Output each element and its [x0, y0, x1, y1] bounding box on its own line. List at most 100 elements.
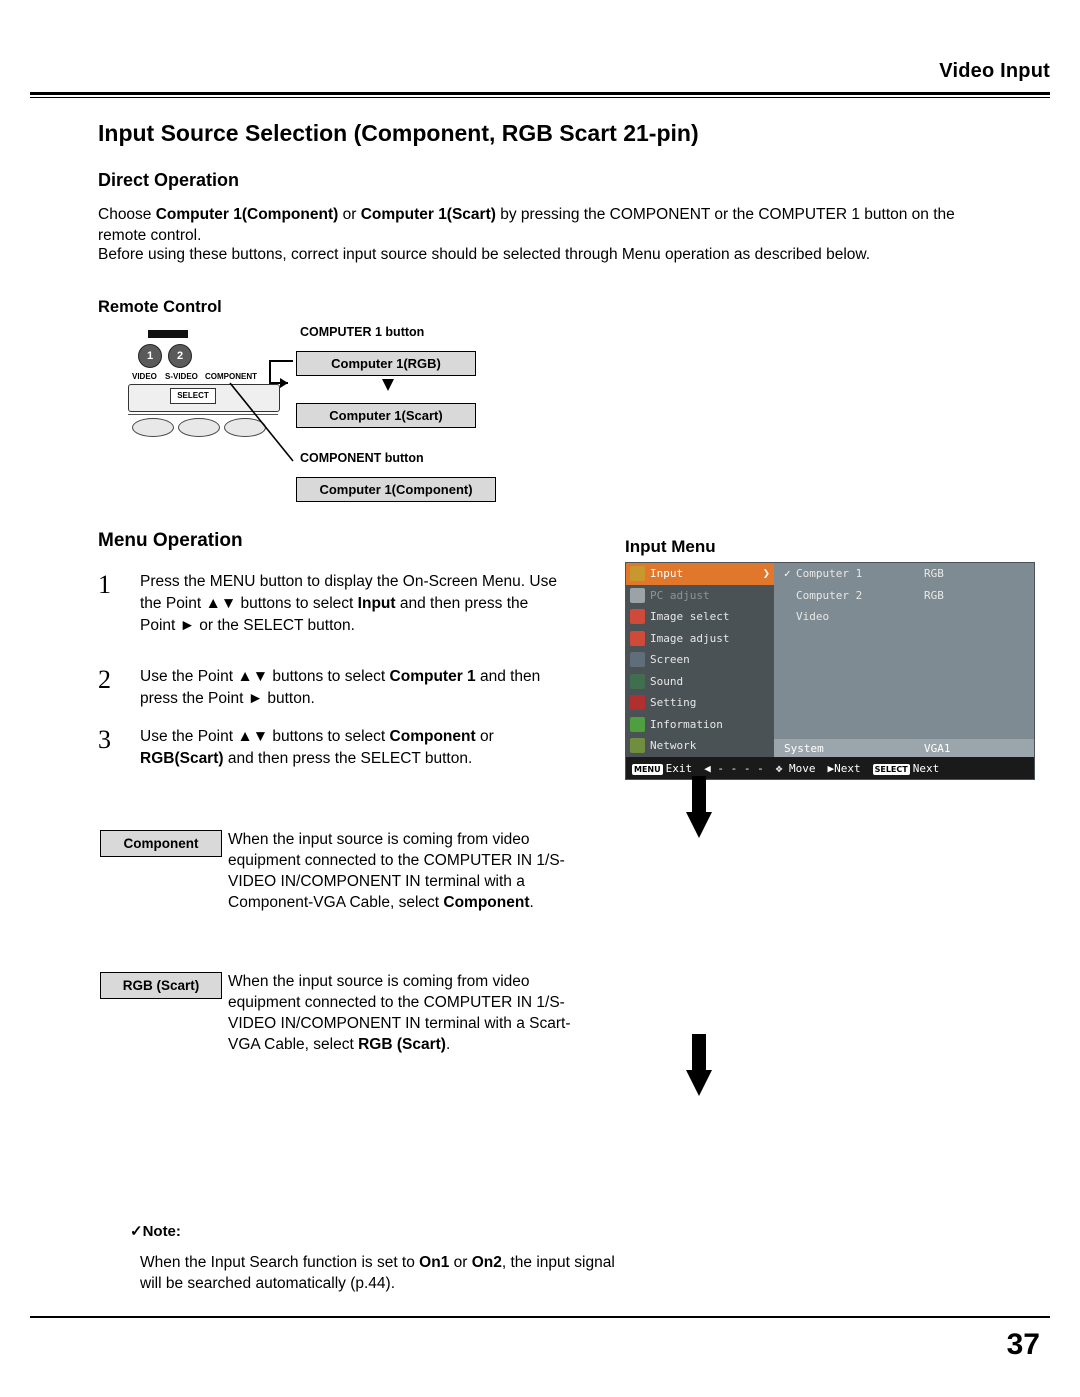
arrow-down-icon [382, 379, 394, 391]
input-icon [630, 566, 645, 582]
osd-hint-dashes: ◀ - - - - [704, 761, 764, 775]
osd-sidebar: Input ❯ PC adjust Image select Image adj… [626, 563, 774, 779]
osd-sidebar-item-input[interactable]: Input ❯ [626, 563, 774, 585]
definition-component-text-b: . [529, 894, 534, 911]
osd-sidebar-label-information: Information [650, 717, 723, 731]
menu-key-icon: MENU [632, 763, 663, 775]
section-heading-menu-operation: Menu Operation [98, 530, 243, 551]
select-key-icon: SELECT [872, 763, 910, 775]
para1-part-a: Choose [98, 206, 156, 223]
header-title: Video Input [939, 60, 1050, 82]
definition-text-component: When the input source is coming from vid… [228, 829, 578, 913]
remote-oval-button-1 [132, 418, 174, 437]
information-icon [630, 716, 645, 732]
osd-system-bar: System VGA1 [774, 739, 1034, 757]
osd-sidebar-label-input: Input [650, 567, 684, 581]
osd-system-value: VGA1 [924, 741, 951, 755]
definition-label-rgb-scart: RGB (Scart) [100, 972, 222, 999]
direct-operation-paragraph-2: Before using these buttons, correct inpu… [98, 246, 871, 263]
osd-row-video[interactable]: Video [774, 606, 1034, 628]
page-number: 37 [1006, 1328, 1040, 1361]
note-text-b: or [449, 1254, 472, 1271]
image-adjust-icon [630, 630, 645, 646]
header-divider-thin [30, 97, 1050, 98]
section-heading-direct-operation: Direct Operation [98, 170, 240, 190]
step-3-number: 3 [98, 725, 111, 754]
osd-sidebar-label-image-select: Image select [650, 610, 730, 624]
osd-row-value-computer2: RGB [924, 588, 944, 602]
remote-button-2: 2 [168, 344, 192, 368]
osd-sidebar-item-image-adjust[interactable]: Image adjust [626, 628, 774, 650]
sound-icon [630, 673, 645, 689]
osd-row-label-computer1: Computer 1 [796, 567, 863, 581]
step-3-text-c: and then press the SELECT button. [223, 750, 473, 767]
osd-row-label-computer2: Computer 2 [796, 588, 863, 602]
osd-row-label-video: Video [796, 610, 830, 624]
osd-sidebar-label-image-adjust: Image adjust [650, 631, 730, 645]
step-1-number: 1 [98, 570, 111, 599]
callout-computer1-button: COMPUTER 1 button [300, 325, 425, 339]
step-2-text: Use the Point ▲▼ buttons to select Compu… [140, 666, 560, 710]
osd-sidebar-label-screen: Screen [650, 653, 690, 667]
step-3-text-b: or [475, 728, 494, 745]
remote-label-component: COMPONENT [205, 372, 257, 381]
osd-sidebar-item-image-select[interactable]: Image select [626, 606, 774, 628]
osd-sidebar-label-network: Network [650, 739, 697, 753]
definition-rgb-bold: RGB (Scart) [358, 1036, 446, 1053]
osd-row-computer2[interactable]: Computer 2 RGB [774, 585, 1034, 607]
remote-control-diagram: 1 2 VIDEO S-VIDEO COMPONENT SELECT COMPU… [110, 325, 530, 505]
remote-label-video: VIDEO [132, 372, 157, 381]
step-3-text: Use the Point ▲▼ buttons to select Compo… [140, 726, 560, 770]
step-1-text: Press the MENU button to display the On-… [140, 571, 560, 637]
tag-computer1-rgb: Computer 1(RGB) [296, 351, 476, 376]
header-divider [30, 92, 1050, 95]
note-bold-on2: On2 [471, 1254, 502, 1271]
tag-computer1-component: Computer 1(Component) [296, 477, 496, 502]
step-3-bold-rgbscart: RGB(Scart) [140, 750, 224, 767]
osd-sidebar-item-information[interactable]: Information [626, 714, 774, 736]
flow-arrow-2-icon [674, 1026, 712, 1106]
step-3-bold-component: Component [389, 728, 476, 745]
chevron-right-icon: ❯ [762, 566, 770, 580]
osd-row-computer1[interactable]: ✓ Computer 1 RGB [774, 563, 1034, 585]
callout-component-button: COMPONENT button [300, 451, 424, 465]
note-bold-on1: On1 [419, 1254, 450, 1271]
step-1-bold: Input [357, 595, 396, 612]
network-icon [630, 738, 645, 754]
note-text: When the Input Search function is set to… [140, 1252, 620, 1294]
osd-sidebar-item-sound[interactable]: Sound [626, 671, 774, 693]
screen-icon [630, 652, 645, 668]
osd-row-value-computer1: RGB [924, 567, 944, 581]
para1-part-c: or [338, 206, 361, 223]
osd-sidebar-item-pc-adjust[interactable]: PC adjust [626, 585, 774, 607]
step-3-text-a: Use the Point ▲▼ buttons to select [140, 728, 390, 745]
remote-oval-button-2 [178, 418, 220, 437]
osd-sidebar-item-network[interactable]: Network [626, 735, 774, 757]
step-2-text-a: Use the Point ▲▼ buttons to select [140, 668, 390, 685]
definition-label-component: Component [100, 830, 222, 857]
step-2-bold: Computer 1 [389, 668, 476, 685]
definition-component-bold: Component [443, 894, 530, 911]
footer-divider [30, 1316, 1050, 1318]
note-heading: ✓Note: [130, 1223, 181, 1240]
setting-icon [630, 695, 645, 711]
flow-arrow-1-icon [674, 768, 712, 848]
osd-hint-move: ✥ Move [775, 761, 816, 775]
para1-bold-scart: Computer 1(Scart) [360, 206, 496, 223]
remote-label-svideo: S-VIDEO [165, 372, 198, 381]
check-icon: ✓ [784, 567, 791, 581]
osd-sidebar-label-pc-adjust: PC adjust [650, 588, 710, 602]
osd-hint-select-next: SELECT Next [872, 761, 940, 775]
image-select-icon [630, 609, 645, 625]
osd-sidebar-item-screen[interactable]: Screen [626, 649, 774, 671]
subheading-remote-control: Remote Control [98, 298, 222, 316]
osd-input-menu: Input ❯ PC adjust Image select Image adj… [625, 562, 1035, 780]
definition-text-rgb-scart: When the input source is coming from vid… [228, 971, 578, 1055]
tag-computer1-scart: Computer 1(Scart) [296, 403, 476, 428]
osd-hint-next: ▶Next [827, 761, 861, 775]
para1-bold-component: Computer 1(Component) [155, 206, 339, 223]
osd-sidebar-item-setting[interactable]: Setting [626, 692, 774, 714]
pc-adjust-icon [630, 587, 645, 603]
input-menu-title: Input Menu [625, 537, 716, 556]
remote-top-bar [148, 330, 188, 338]
